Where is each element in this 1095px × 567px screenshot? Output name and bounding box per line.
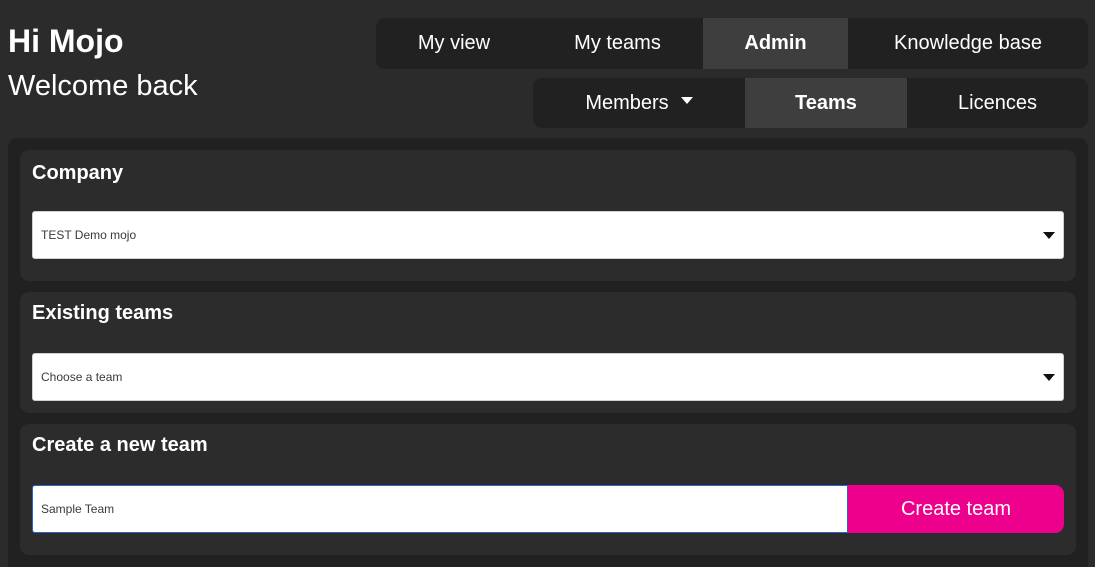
caret-down-icon [680, 96, 693, 104]
greeting: Hi Mojo Welcome back [8, 22, 198, 104]
top-nav: My view My teams Admin Knowledge base [376, 18, 1088, 69]
create-team-card: Create a new team Create team [20, 424, 1076, 555]
existing-teams-card: Existing teams Choose a team [20, 292, 1076, 413]
team-select[interactable]: Choose a team [32, 353, 1064, 401]
main-panel: Company TEST Demo mojo Existing teams Ch… [8, 138, 1088, 567]
tab-teams[interactable]: Teams [745, 78, 907, 128]
select-arrow-icon [1043, 374, 1055, 381]
company-card: Company TEST Demo mojo [20, 150, 1076, 281]
create-team-heading: Create a new team [32, 434, 208, 456]
tab-members[interactable]: Members [533, 78, 745, 128]
create-team-button[interactable]: Create team [848, 485, 1064, 533]
tab-licences[interactable]: Licences [907, 78, 1088, 128]
tab-my-view[interactable]: My view [376, 18, 532, 69]
greeting-title: Hi Mojo [8, 23, 124, 59]
company-select-value: TEST Demo mojo [41, 228, 137, 242]
tab-members-label: Members [585, 91, 669, 114]
sub-nav: Members Teams Licences [533, 78, 1088, 128]
team-name-input[interactable] [32, 485, 848, 533]
team-select-placeholder: Choose a team [41, 370, 123, 384]
company-select[interactable]: TEST Demo mojo [32, 211, 1064, 259]
existing-teams-heading: Existing teams [32, 302, 174, 324]
company-heading: Company [32, 162, 124, 184]
greeting-subtitle: Welcome back [8, 70, 198, 102]
tab-my-teams[interactable]: My teams [532, 18, 703, 69]
tab-knowledge-base[interactable]: Knowledge base [848, 18, 1088, 69]
tab-admin[interactable]: Admin [703, 18, 848, 69]
select-arrow-icon [1043, 232, 1055, 239]
